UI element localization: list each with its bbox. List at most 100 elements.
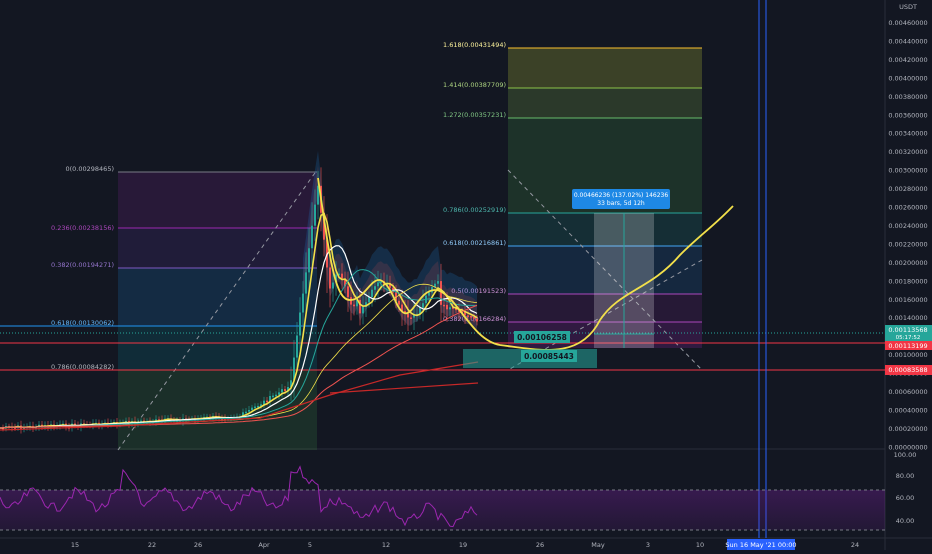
candle-body[interactable]: [440, 281, 442, 305]
price-tick: 0.00340000: [888, 130, 927, 138]
candle-body[interactable]: [251, 407, 253, 411]
price-tick: 0.00240000: [888, 222, 927, 230]
candle-body[interactable]: [467, 315, 469, 317]
time-tick: 26: [194, 541, 202, 549]
candle-body[interactable]: [302, 293, 304, 313]
candle-body[interactable]: [275, 394, 277, 397]
price-axis-unit: USDT: [899, 3, 917, 11]
price-axis[interactable]: USDT 0.00460000 0.00440000 0.00420000 0.004…: [888, 3, 927, 451]
candle-body[interactable]: [407, 313, 409, 318]
candle-body[interactable]: [443, 304, 445, 307]
fib-label-0236: 0.236(0.00238156): [51, 224, 114, 232]
fib-ext-label-0786: 0.786(0.00252919): [443, 206, 506, 214]
rsi-tick: 100.00: [894, 451, 917, 459]
time-tick: May: [591, 541, 605, 549]
price-tick: 0.00100000: [888, 351, 927, 359]
fib-label-0: 0(0.00298465): [66, 165, 115, 173]
rsi-tick: 40.00: [896, 517, 915, 525]
candle-body[interactable]: [446, 304, 448, 310]
fib-ext-label-1272: 1.272(0.00357231): [443, 111, 506, 119]
price-tick: 0.00420000: [888, 56, 927, 64]
time-tick: 5: [308, 541, 312, 549]
fib-ext-label-0618: 0.618(0.00216861): [443, 239, 506, 247]
price-tick: 0.00280000: [888, 185, 927, 193]
price-tick: 0.00140000: [888, 314, 927, 322]
candle-body[interactable]: [476, 318, 478, 322]
chart-canvas[interactable]: 0(0.00298465) 0.236(0.00238156) 0.382(0.…: [0, 0, 932, 550]
price-tick: 0.00400000: [888, 74, 927, 82]
candle-body[interactable]: [410, 317, 412, 319]
price-tick: 0.00260000: [888, 204, 927, 212]
candle-body[interactable]: [398, 300, 400, 305]
candle-body[interactable]: [254, 406, 256, 409]
candle-body[interactable]: [470, 315, 472, 318]
candle-body[interactable]: [437, 281, 439, 284]
fib-ext-zone-top: [508, 48, 702, 88]
candle-body[interactable]: [281, 389, 283, 393]
time-tick: 15: [71, 541, 79, 549]
time-tick: 19: [459, 541, 467, 549]
current-price-countdown: 05:17:52: [896, 335, 921, 341]
candle-body[interactable]: [371, 289, 373, 298]
candle-body[interactable]: [305, 272, 307, 294]
price-tick: 0.00160000: [888, 296, 927, 304]
candle-body[interactable]: [299, 312, 301, 336]
candle-body[interactable]: [245, 411, 247, 414]
low-price-text: 0.00085443: [524, 352, 574, 361]
measure-line1: 0.00466236 (137.02%) 146236: [574, 192, 669, 199]
candle-body[interactable]: [248, 410, 250, 412]
candle-body[interactable]: [332, 282, 334, 289]
price-tick: 0.00360000: [888, 111, 927, 119]
candle-body[interactable]: [314, 204, 316, 226]
fib-zone-0236-0382: [118, 228, 317, 268]
fib-ext-label-1618: 1.618(0.00431494): [443, 41, 506, 49]
time-tick: 22: [148, 541, 156, 549]
candle-body[interactable]: [353, 304, 355, 307]
candle-body[interactable]: [263, 400, 265, 405]
candle-body[interactable]: [362, 306, 364, 314]
price-markers[interactable]: 0.00113568 05:17:52 0.00113199 0.0008358…: [885, 325, 932, 375]
price-tick: 0.00320000: [888, 148, 927, 156]
fib-label-0382: 0.382(0.00194271): [51, 261, 114, 269]
candle-body[interactable]: [428, 292, 430, 296]
time-tick: 26: [536, 541, 544, 549]
candle-body[interactable]: [311, 225, 313, 249]
price-tick: 0.00380000: [888, 93, 927, 101]
time-tick: 10: [696, 541, 704, 549]
candle-body[interactable]: [374, 286, 376, 290]
fib-ext-label-1414: 1.414(0.00387709): [443, 81, 506, 89]
entry-price-text: 0.00106258: [517, 333, 567, 342]
candle-body[interactable]: [272, 395, 274, 398]
price-tick: 0.00220000: [888, 240, 927, 248]
rsi-axis[interactable]: 100.00 80.00 60.00 40.00: [894, 451, 917, 525]
time-tick: 12: [382, 541, 390, 549]
candle-body[interactable]: [422, 303, 424, 308]
candle-body[interactable]: [308, 248, 310, 273]
price-tick: 0.00440000: [888, 37, 927, 45]
rsi-band: [0, 490, 885, 530]
time-tick: Apr: [258, 541, 270, 549]
current-price-text: 0.00113568: [888, 326, 927, 334]
time-tick: 24: [851, 541, 859, 549]
price-tick: 0.00300000: [888, 167, 927, 175]
price-tick: 0.00460000: [888, 19, 927, 27]
price-tick: 0.00200000: [888, 259, 927, 267]
price-tick: 0.00020000: [888, 425, 927, 433]
candle-body[interactable]: [296, 335, 298, 358]
candle-body[interactable]: [284, 389, 286, 391]
price-tick: 0.00060000: [888, 388, 927, 396]
time-tick: 3: [646, 541, 650, 549]
candle-body[interactable]: [278, 392, 280, 395]
chart-root[interactable]: 0(0.00298465) 0.236(0.00238156) 0.382(0.…: [0, 0, 932, 550]
price-tick: 0.00180000: [888, 277, 927, 285]
rsi-tick: 80.00: [896, 472, 915, 480]
candle-body[interactable]: [266, 400, 268, 403]
support-price-text: 0.00083588: [888, 366, 927, 374]
candle-body[interactable]: [449, 307, 451, 310]
candle-body[interactable]: [329, 267, 331, 289]
candle-body[interactable]: [377, 282, 379, 287]
candle-body[interactable]: [341, 273, 343, 279]
fib-zone-0786-1: [118, 370, 317, 450]
candle-body[interactable]: [347, 286, 349, 298]
red-line-text: 0.00113199: [888, 342, 927, 350]
